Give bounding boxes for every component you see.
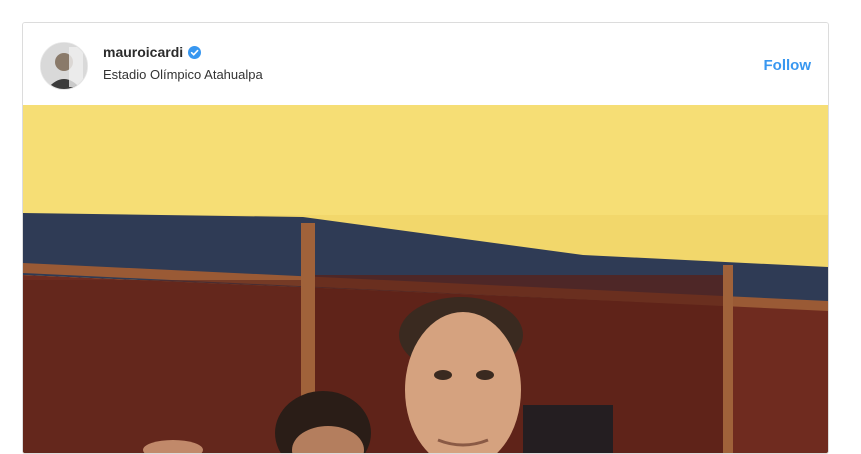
follow-button[interactable]: Follow	[764, 57, 812, 74]
post-header: mauroicardi Estadio Olímpico Atahualpa F…	[23, 23, 828, 105]
photo-image	[23, 105, 828, 453]
verified-badge-icon	[188, 45, 202, 59]
username-row: mauroicardi	[103, 44, 202, 60]
post-photo[interactable]	[23, 105, 828, 453]
username-link[interactable]: mauroicardi	[103, 44, 183, 60]
instagram-embed: mauroicardi Estadio Olímpico Atahualpa F…	[22, 22, 829, 454]
avatar[interactable]	[40, 42, 88, 90]
location-link[interactable]: Estadio Olímpico Atahualpa	[103, 67, 263, 82]
